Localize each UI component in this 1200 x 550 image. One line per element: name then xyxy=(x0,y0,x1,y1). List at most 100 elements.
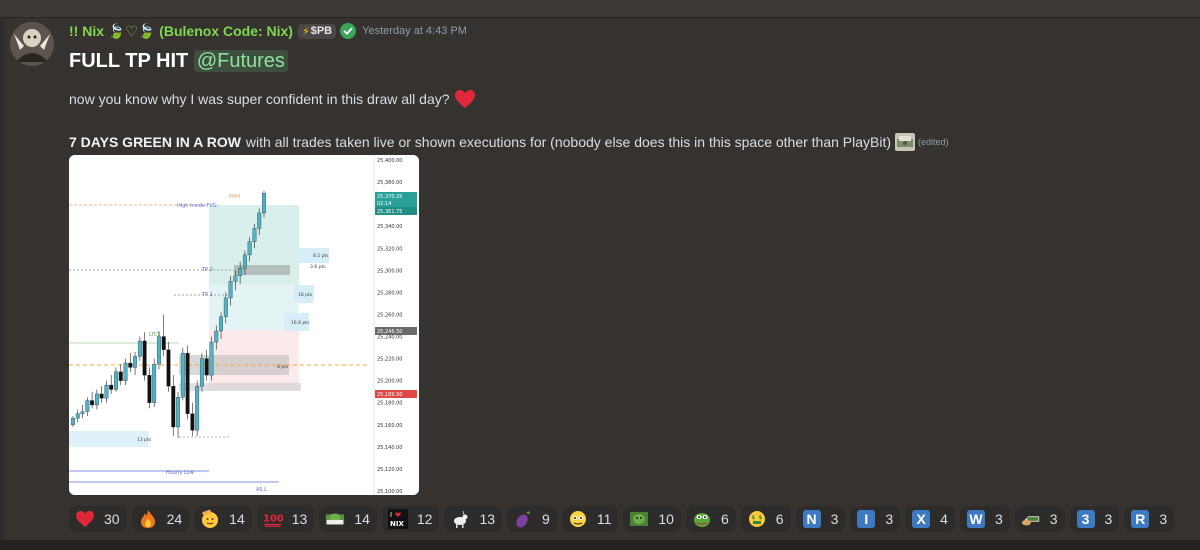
candle-body xyxy=(247,241,252,256)
price-badge-3-text: 25,361.75 xyxy=(377,209,402,215)
money-pepe-icon xyxy=(325,509,345,529)
reaction-pepe-money[interactable]: 10 xyxy=(623,506,681,532)
message-header: !! Nix 🍃♡🍃 (Bulenox Code: Nix) ⚡ $PB Yes… xyxy=(69,22,467,40)
candle-body xyxy=(257,212,262,229)
y-tick-label: 25,260.00 xyxy=(377,312,402,318)
candle-body xyxy=(157,336,161,365)
pts-label-18: 18 pts xyxy=(298,292,313,298)
reaction-letter-w[interactable]: W3 xyxy=(959,506,1010,532)
title-text: FULL TP HIT xyxy=(69,50,189,72)
username[interactable]: !! Nix 🍃♡🍃 (Bulenox Code: Nix) xyxy=(69,23,293,40)
reaction-count: 13 xyxy=(479,511,496,527)
left-gutter xyxy=(0,17,4,550)
letter-w-icon: W xyxy=(966,510,985,528)
candle-body xyxy=(219,316,223,332)
pepe-face-icon xyxy=(568,509,588,529)
edited-label: (edited) xyxy=(918,137,949,147)
reaction-count: 3 xyxy=(885,511,894,527)
letter-x-icon: X xyxy=(912,510,931,528)
candle-body xyxy=(133,356,138,368)
role-mention[interactable]: @Futures xyxy=(193,50,288,72)
candle-body xyxy=(228,281,233,299)
candle-body xyxy=(80,411,85,414)
candle-body xyxy=(161,336,166,350)
reaction-count: 6 xyxy=(720,511,729,527)
y-tick-label: 25,180.00 xyxy=(377,401,402,407)
reaction-money-mouth[interactable]: $ $6 xyxy=(740,506,791,532)
grey-zone-3 xyxy=(234,265,290,275)
price-badge-5-text: 25,189.50 xyxy=(377,392,402,398)
reaction-count: 3 xyxy=(1159,511,1168,527)
reaction-pepe-face[interactable]: 11 xyxy=(561,506,619,532)
reaction-pepe-green[interactable]: 6 xyxy=(685,506,736,532)
reaction-letter-r[interactable]: R3 xyxy=(1124,506,1175,532)
reaction-count: 24 xyxy=(166,511,183,527)
reaction-cash-hand[interactable]: 3 xyxy=(1014,506,1065,532)
reaction-emoji: R xyxy=(1130,509,1150,529)
asl-label: AS.L xyxy=(256,487,267,493)
reaction-count: 4 xyxy=(940,511,948,527)
reaction-hundred[interactable]: 100 13 xyxy=(256,506,315,532)
reaction-letter-n[interactable]: N3 xyxy=(795,506,846,532)
i-heart-nix-icon: I NIX xyxy=(387,509,408,529)
reaction-fire[interactable]: 24 xyxy=(131,506,190,532)
y-tick-label: 25,200.00 xyxy=(377,379,402,385)
y-tick-label: 25,240.00 xyxy=(377,335,402,341)
letter-n-icon: N xyxy=(802,510,821,528)
reaction-goat[interactable]: 13 xyxy=(444,506,503,532)
candle-body xyxy=(209,341,214,376)
reaction-eggplant[interactable]: 9 xyxy=(507,506,557,532)
reaction-letter-3[interactable]: 33 xyxy=(1069,506,1120,532)
reaction-count: 30 xyxy=(104,511,120,527)
candle-body xyxy=(262,192,266,214)
tp1-label: TP 1 xyxy=(201,292,213,298)
candle-body xyxy=(142,340,147,376)
red-heart-icon xyxy=(454,90,475,108)
reaction-letter-x[interactable]: X4 xyxy=(905,506,955,532)
candle-body xyxy=(99,393,104,399)
saluting-face-icon xyxy=(200,509,220,529)
y-tick-label: 25,320.00 xyxy=(377,246,402,252)
y-tick-label: 25,140.00 xyxy=(377,445,402,451)
eggplant-icon xyxy=(513,509,533,529)
reaction-count: 3 xyxy=(830,511,839,527)
svg-text:I: I xyxy=(390,511,392,519)
reaction-emoji: X xyxy=(911,509,931,529)
candle-body xyxy=(166,349,171,387)
candle-body xyxy=(137,340,142,357)
reaction-letter-i[interactable]: I3 xyxy=(850,506,901,532)
candle-body xyxy=(109,384,114,390)
reaction-saluting-face[interactable]: 14 xyxy=(194,506,252,532)
candle-body xyxy=(238,267,243,276)
pepe-green-icon xyxy=(692,509,712,529)
tp2-label: TP 2 xyxy=(201,267,213,273)
candle-body xyxy=(190,413,195,431)
trading-chart-image[interactable]: 25,400.0025,380.0025,360.0025,340.0025,3… xyxy=(69,155,419,495)
avatar[interactable] xyxy=(10,22,54,66)
reaction-money-pepe[interactable]: 14 xyxy=(319,506,377,532)
reaction-count: 6 xyxy=(775,511,784,527)
pepe-money-icon xyxy=(629,509,649,529)
candle-body xyxy=(252,228,257,242)
reaction-bar: 30 24 14 100 13 14 I NIX 12 13 9 11 10 6 $ $6 N 3 I 3 X 4 W 3 3 3… xyxy=(69,506,1175,532)
reaction-i-heart-nix[interactable]: I NIX 12 xyxy=(381,506,440,532)
fire-icon xyxy=(138,509,158,529)
message-line-3: 7 DAYS GREEN IN A ROW with all trades ta… xyxy=(69,133,949,151)
hundred-icon: 100 xyxy=(263,509,283,529)
server-tag[interactable]: ⚡ $PB xyxy=(297,23,337,39)
candle-body xyxy=(152,363,157,403)
price-badge-4-text: 25,246.50 xyxy=(377,329,402,335)
y-tick-label: 25,380.00 xyxy=(377,180,402,186)
candle-body xyxy=(180,352,185,398)
reaction-count: 12 xyxy=(416,511,433,527)
reaction-count: 3 xyxy=(994,511,1003,527)
letter-i-icon: I xyxy=(857,510,876,528)
y-tick-label: 25,400.00 xyxy=(377,158,402,164)
y-tick-label: 25,120.00 xyxy=(377,467,402,473)
trading-chart: 25,400.0025,380.0025,360.0025,340.0025,3… xyxy=(69,155,419,495)
reaction-heart[interactable]: 30 xyxy=(69,506,127,532)
candle-body xyxy=(104,384,109,399)
candle-body xyxy=(185,352,190,414)
timestamp[interactable]: Yesterday at 4:43 PM xyxy=(362,25,467,37)
letter-r-icon: R xyxy=(1131,510,1150,528)
